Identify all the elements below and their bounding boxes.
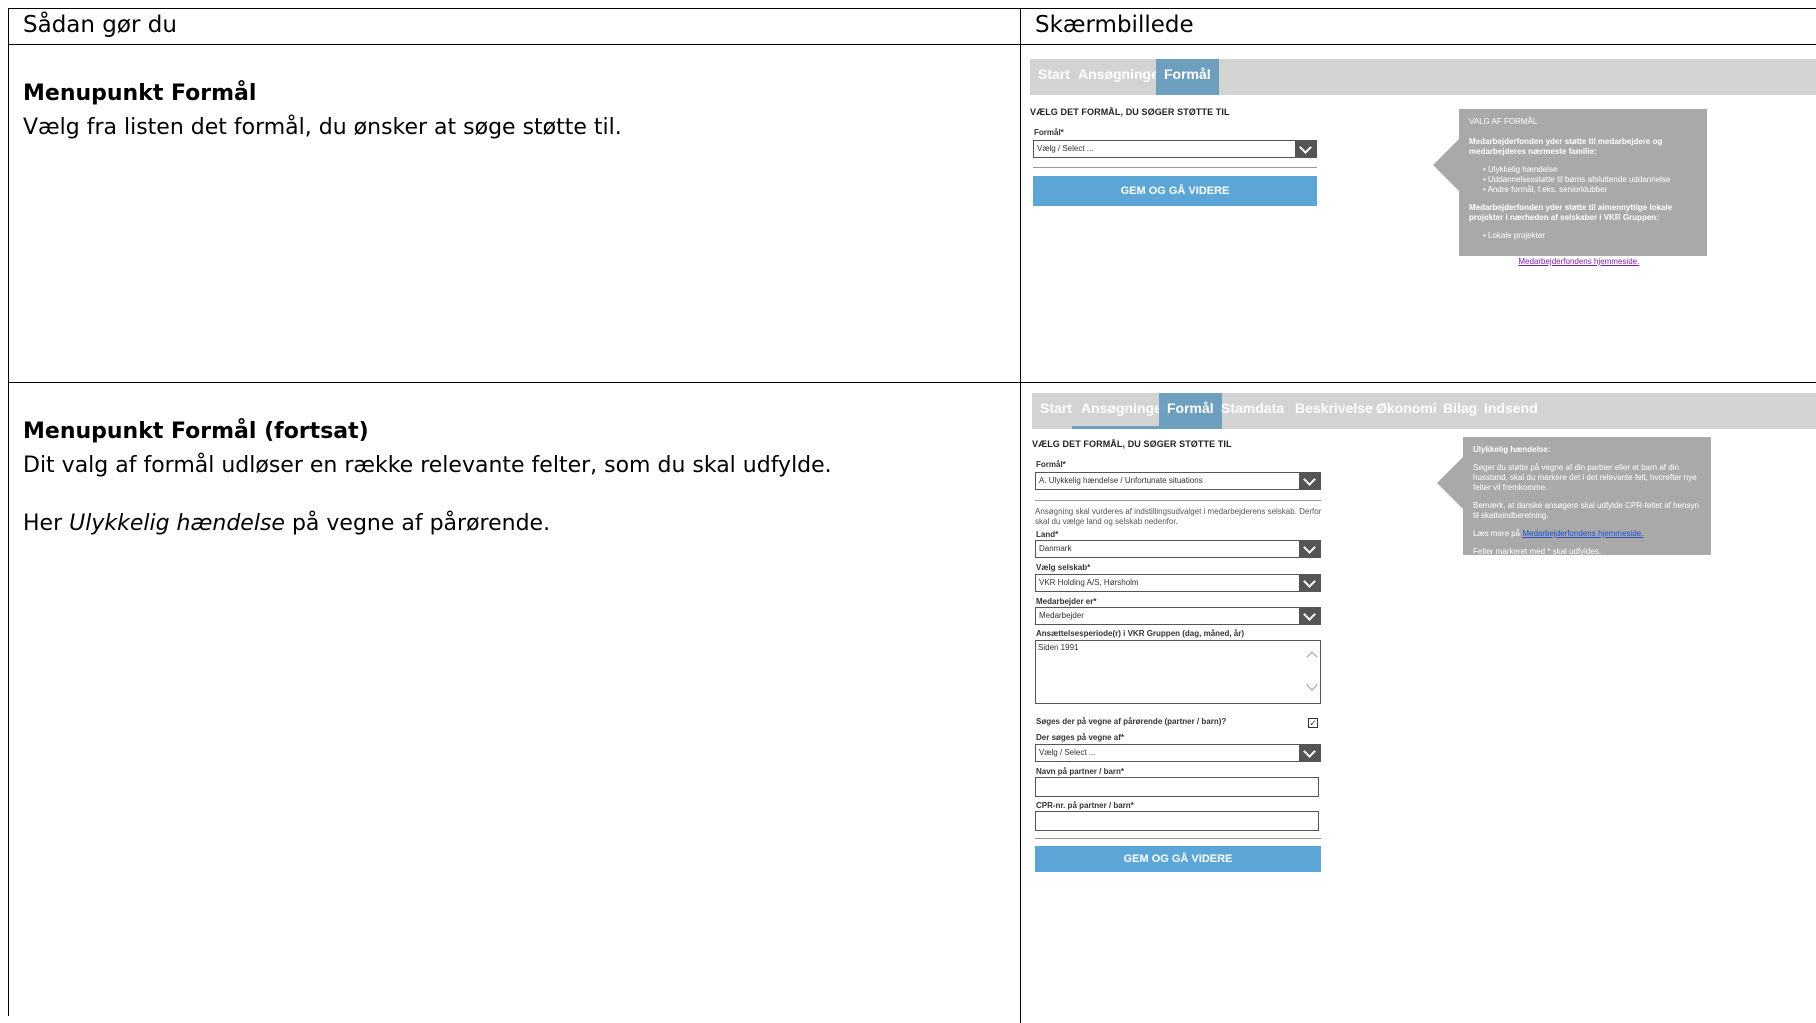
chevron-down-icon[interactable] — [1299, 472, 1321, 490]
row2-screenshot: Start Ansøgninger Formål Stamdata Beskri… — [1021, 383, 1816, 1023]
row2-info-more: Læs mere på Medarbejderfondens hjemmesid… — [1473, 529, 1701, 539]
row1-info-p1: Medarbejderfonden yder støtte til medarb… — [1469, 137, 1663, 156]
row2-info-p3: Felter markeret med * skal udfyldes. — [1473, 547, 1602, 556]
paaroerende-label: Søges der på vegne af pårørende (partner… — [1036, 717, 1227, 726]
chevron-down-icon[interactable] — [1299, 574, 1321, 592]
cpr-input[interactable] — [1035, 811, 1319, 831]
tab-oekonomi[interactable]: Økonomi — [1368, 393, 1445, 429]
selskab-value: VKR Holding A/S, Hørsholm — [1039, 578, 1139, 587]
selskab-label: Vælg selskab* — [1036, 563, 1091, 572]
row2-divider-bottom — [1035, 838, 1321, 839]
chevron-down-icon[interactable] — [1299, 744, 1321, 762]
row2-note: Ansøgning skal vurderes af indstillingsu… — [1035, 507, 1322, 526]
land-value: Danmark — [1039, 544, 1072, 553]
row1-info-list1: Ulykkelig hændelse Uddannelsesstøtte til… — [1469, 165, 1697, 195]
row1-navbar: Start Ansøgninger Formål — [1030, 59, 1816, 95]
row1-info-more: Læs mere på Medarbejderfondens hjemmesid… — [1469, 257, 1697, 267]
row2-text2: Her Ulykkelig hændelse på vegne af pårør… — [23, 507, 1020, 541]
medarbejder-select[interactable]: Medarbejder — [1035, 607, 1321, 625]
row1-instructions: Menupunkt Formål Vælg fra listen det for… — [9, 45, 1021, 382]
row1-formaal-label: Formål* — [1034, 128, 1064, 137]
vegne-label: Der søges på vegne af* — [1036, 733, 1125, 742]
row2-info-p2: Bemærk, at danske ansøgere skal udfylde … — [1473, 501, 1699, 520]
row1-info-more-prefix: Læs mere på — [1469, 257, 1519, 266]
row2-info-title: Ulykkelig hændelse: — [1473, 445, 1551, 454]
row1-info-p2: Medarbejderfonden yder støtte til almenn… — [1469, 203, 1673, 222]
row2-text2-prefix: Her — [23, 511, 70, 536]
row2-text1: Dit valg af formål udløser en række rele… — [23, 453, 832, 478]
header-cell-screenshot: Skærmbillede — [1021, 9, 1816, 44]
row2-text2-suffix: på vegne af pårørende. — [284, 511, 551, 536]
header-screenshot: Skærmbillede — [1035, 12, 1194, 38]
row1-info-title: VALG AF FORMÅL — [1469, 117, 1538, 126]
row2-info-p1: Søger du støtte på vegne af din partner … — [1473, 463, 1697, 492]
selskab-select[interactable]: VKR Holding A/S, Hørsholm — [1035, 574, 1321, 592]
medarbejder-value: Medarbejder — [1039, 611, 1084, 620]
row2-divider-top — [1035, 500, 1321, 501]
list-item: Lokale projekter — [1483, 231, 1697, 241]
scroll-up-icon[interactable] — [1306, 651, 1318, 663]
row1-form-title: VÆLG DET FORMÅL, DU SØGER STØTTE TIL — [1030, 107, 1230, 117]
info-arrow — [1437, 457, 1463, 509]
ansaettelse-textarea[interactable]: Siden 1991 — [1035, 640, 1321, 704]
cpr-label: CPR-nr. på partner / barn* — [1036, 801, 1134, 810]
row2-heading: Menupunkt Formål (fortsat) — [23, 419, 369, 444]
row1-save-button[interactable]: GEM OG GÅ VIDERE — [1033, 176, 1317, 206]
navn-label: Navn på partner / barn* — [1036, 767, 1125, 776]
chevron-down-icon[interactable] — [1299, 540, 1321, 558]
row1-heading: Menupunkt Formål — [23, 81, 257, 106]
header-how-to: Sådan gør du — [23, 12, 177, 38]
ansaettelse-value: Siden 1991 — [1038, 643, 1079, 652]
table-header-row: Sådan gør du Skærmbillede — [9, 9, 1816, 45]
navn-input[interactable] — [1035, 777, 1319, 797]
row1-text: Vælg fra listen det formål, du ønsker at… — [23, 115, 622, 140]
row2-info-link[interactable]: Medarbejderfondens hjemmeside. — [1522, 529, 1643, 538]
vegne-value: Vælg / Select ... — [1039, 748, 1096, 757]
table-row-formaal: Menupunkt Formål Vælg fra listen det for… — [9, 45, 1816, 383]
row1-info-link[interactable]: Medarbejderfondens hjemmeside. — [1518, 257, 1639, 266]
header-cell-how-to: Sådan gør du — [9, 9, 1021, 44]
row1-screenshot: Start Ansøgninger Formål VÆLG DET FORMÅL… — [1021, 45, 1816, 382]
instruction-table: Sådan gør du Skærmbillede Menupunkt Form… — [8, 8, 1816, 1023]
scroll-down-icon[interactable] — [1306, 679, 1318, 691]
info-arrow — [1433, 139, 1459, 191]
row1-formaal-select[interactable]: Vælg / Select ... — [1033, 140, 1317, 158]
row2-formaal-select[interactable]: A. Ulykkelig hændelse / Unfortunate situ… — [1035, 472, 1321, 490]
row2-info-more-prefix: Læs mere på — [1473, 529, 1523, 538]
row1-info-list2: Lokale projekter — [1469, 231, 1697, 241]
medarbejder-label: Medarbejder er* — [1036, 597, 1097, 606]
row1-formaal-value: Vælg / Select ... — [1037, 144, 1094, 153]
land-label: Land* — [1036, 530, 1059, 539]
list-item: Andre formål, f.eks. seniorklubber — [1483, 185, 1697, 195]
vegne-select[interactable]: Vælg / Select ... — [1035, 744, 1321, 762]
row2-formaal-value: A. Ulykkelig hændelse / Unfortunate situ… — [1039, 476, 1203, 485]
chevron-down-icon[interactable] — [1299, 607, 1321, 625]
land-select[interactable]: Danmark — [1035, 540, 1321, 558]
row1-divider — [1033, 167, 1317, 168]
row2-save-button[interactable]: GEM OG GÅ VIDERE — [1035, 846, 1321, 872]
paaroerende-checkbox[interactable]: ✓ — [1308, 718, 1318, 728]
tab-progress-underline — [1072, 426, 1212, 429]
tab-indsend[interactable]: Indsend — [1476, 393, 1546, 429]
tab-formaal[interactable]: Formål — [1156, 59, 1219, 95]
table-row-formaal-fortsat: Menupunkt Formål (fortsat) Dit valg af f… — [9, 383, 1816, 1023]
tab-beskrivelse[interactable]: Beskrivelse — [1287, 393, 1381, 429]
row2-form-title: VÆLG DET FORMÅL, DU SØGER STØTTE TIL — [1032, 439, 1232, 449]
chevron-down-icon[interactable] — [1295, 140, 1317, 158]
row2-info-panel: Ulykkelig hændelse: Søger du støtte på v… — [1437, 437, 1711, 556]
list-item: Ulykkelig hændelse — [1483, 165, 1697, 175]
row2-text2-italic: Ulykkelig hændelse — [69, 511, 285, 536]
row1-info-panel: VALG AF FORMÅL Medarbejderfonden yder st… — [1433, 109, 1707, 266]
row2-formaal-label: Formål* — [1036, 460, 1066, 469]
ansaettelse-label: Ansættelsesperiode(r) i VKR Gruppen (dag… — [1036, 629, 1245, 638]
row2-instructions: Menupunkt Formål (fortsat) Dit valg af f… — [9, 383, 1021, 1023]
list-item: Uddannelsesstøtte til børns afsluttende … — [1483, 175, 1697, 185]
row2-navbar: Start Ansøgninger Formål Stamdata Beskri… — [1032, 393, 1816, 429]
tab-stamdata[interactable]: Stamdata — [1213, 393, 1292, 429]
